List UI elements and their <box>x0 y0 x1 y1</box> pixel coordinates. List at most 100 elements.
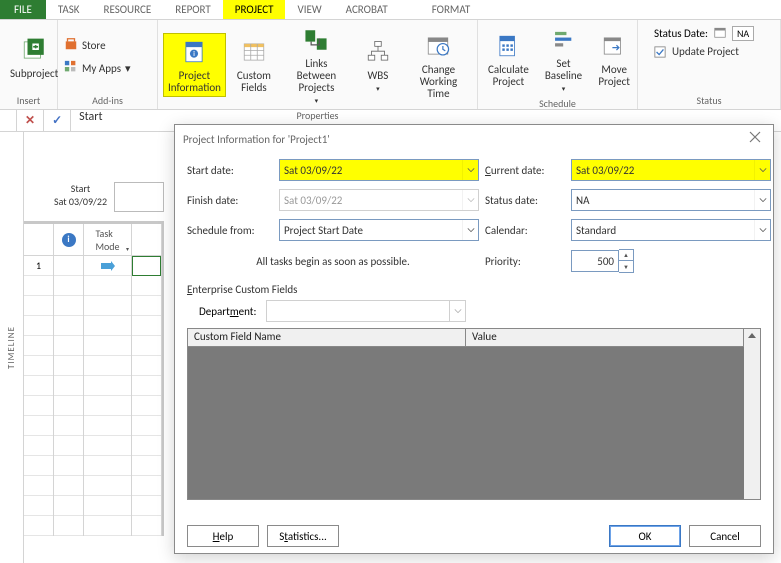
spin-up-icon[interactable]: ▲ <box>619 250 633 261</box>
task-grid: 1 i Task Mode ▾ <box>24 224 164 536</box>
calendar-label: Calendar: <box>485 224 565 237</box>
group-status-label: Status <box>644 92 774 109</box>
task-mode-cell[interactable] <box>84 256 131 276</box>
status-date-value[interactable]: NA <box>732 26 754 41</box>
scrollbar[interactable] <box>744 329 760 499</box>
auto-schedule-icon <box>101 261 115 271</box>
tab-task[interactable]: TASK <box>46 0 92 19</box>
scroll-up-icon[interactable] <box>747 331 757 341</box>
subproject-button[interactable]: Subproject <box>6 32 62 82</box>
baseline-label: Set Baseline <box>545 58 582 82</box>
custom-fields-icon <box>238 36 270 68</box>
chevron-down-icon[interactable] <box>754 220 770 240</box>
apps-icon <box>64 60 78 77</box>
priority-field[interactable]: 500 <box>571 250 619 272</box>
wbs-button[interactable]: WBS ▾ <box>358 34 398 95</box>
calendar-field[interactable]: Standard <box>571 219 771 241</box>
timeline-start-label: Start <box>54 182 107 195</box>
project-info-label: Project Information <box>168 70 221 94</box>
confirm-edit-button[interactable]: ✓ <box>44 110 71 131</box>
move-project-button[interactable]: Move Project <box>594 28 634 90</box>
tab-view[interactable]: VIEW <box>285 0 333 19</box>
wbs-icon <box>362 36 394 68</box>
store-button[interactable]: Store <box>64 37 131 54</box>
tab-format[interactable]: FORMAT <box>420 0 482 19</box>
department-label: Department: <box>187 305 256 318</box>
calculate-button[interactable]: Calculate Project <box>484 28 533 90</box>
custom-fields-button[interactable]: Custom Fields <box>233 34 275 96</box>
links-between-button[interactable]: Links Between Projects ▾ <box>283 22 350 107</box>
chevron-down-icon[interactable] <box>754 190 770 210</box>
ok-button[interactable]: OK <box>609 525 681 547</box>
subproject-label: Subproject <box>10 68 58 80</box>
help-button[interactable]: Help <box>187 525 259 547</box>
chevron-down-icon[interactable] <box>449 301 465 321</box>
statistics-button[interactable]: Statistics... <box>267 525 339 547</box>
timeline-gutter: TIMELINE <box>0 132 24 563</box>
department-field[interactable] <box>266 300 466 322</box>
project-information-button[interactable]: i Project Information <box>164 34 225 96</box>
schedule-from-field[interactable]: Project Start Date <box>279 219 479 241</box>
store-label: Store <box>82 39 106 52</box>
schedule-note: All tasks begin as soon as possible. <box>187 255 479 268</box>
chevron-down-icon: ▾ <box>562 84 566 93</box>
col-task-mode[interactable]: Task Mode ▾ <box>84 224 131 256</box>
priority-spinner[interactable]: ▲▼ <box>619 249 634 273</box>
working-time-button[interactable]: Change Working Time <box>406 28 471 102</box>
row-header-1[interactable]: 1 <box>24 256 53 276</box>
info-icon: i <box>62 233 76 247</box>
timeline-bar[interactable] <box>114 182 164 212</box>
tab-report[interactable]: REPORT <box>163 0 223 19</box>
ribbon-tabs: FILE TASK RESOURCE REPORT PROJECT VIEW A… <box>0 0 781 20</box>
finish-date-label: Finish date: <box>187 194 273 207</box>
baseline-icon <box>548 24 580 56</box>
timeline-start-date: Sat 03/09/22 <box>54 195 107 208</box>
chevron-down-icon: ▾ <box>126 245 129 253</box>
col-indicators[interactable]: i <box>54 224 83 256</box>
chevron-down-icon[interactable] <box>754 160 770 180</box>
timeline-label: TIMELINE <box>6 326 17 369</box>
dropdown-icon: ▾ <box>125 62 131 75</box>
close-button[interactable] <box>749 131 765 147</box>
start-date-label: Start date: <box>187 164 273 177</box>
cancel-edit-button[interactable]: ✕ <box>17 110 44 131</box>
links-icon <box>300 24 332 56</box>
enterprise-fields-label: Enterprise Custom Fields <box>187 283 761 296</box>
priority-label: Priority: <box>485 255 565 268</box>
chevron-down-icon[interactable] <box>462 220 478 240</box>
subproject-icon <box>18 34 50 66</box>
timeline-area[interactable]: Start Sat 03/09/22 <box>24 132 164 224</box>
calculate-icon <box>492 30 524 62</box>
update-label: Update Project <box>672 45 739 58</box>
group-insert-label: Insert <box>6 92 51 109</box>
status-date-field[interactable]: NA <box>571 189 771 211</box>
links-label: Links Between Projects <box>287 58 346 94</box>
tab-project[interactable]: PROJECT <box>223 0 286 19</box>
dialog-title: Project Information for 'Project1' <box>183 133 330 146</box>
chevron-down-icon[interactable] <box>462 160 478 180</box>
update-project-button[interactable]: Update Project <box>654 45 764 58</box>
project-info-icon: i <box>178 36 210 68</box>
calendar-mini-icon <box>714 26 726 41</box>
cancel-button[interactable]: Cancel <box>689 525 761 547</box>
start-date-field[interactable]: Sat 03/09/22 <box>279 159 479 181</box>
move-label: Move Project <box>598 64 630 88</box>
tab-resource[interactable]: RESOURCE <box>91 0 163 19</box>
ribbon: Subproject Insert Store My Apps ▾ Add-in… <box>0 20 781 110</box>
spin-down-icon[interactable]: ▼ <box>619 261 633 272</box>
col-field-value[interactable]: Value <box>466 329 744 346</box>
active-cell[interactable] <box>132 256 161 276</box>
tab-file[interactable]: FILE <box>0 0 46 19</box>
project-information-dialog: Project Information for 'Project1' Start… <box>174 124 774 554</box>
custom-fields-table: Custom Field Name Value <box>187 328 761 500</box>
chevron-down-icon <box>462 190 478 210</box>
wbs-label: WBS <box>368 70 389 82</box>
tab-acrobat[interactable]: ACROBAT <box>334 0 400 19</box>
custom-fields-label: Custom Fields <box>237 70 271 94</box>
store-icon <box>64 37 78 54</box>
myapps-label: My Apps <box>82 62 121 75</box>
set-baseline-button[interactable]: Set Baseline ▾ <box>541 22 586 95</box>
myapps-button[interactable]: My Apps ▾ <box>64 60 131 77</box>
col-field-name[interactable]: Custom Field Name <box>188 329 466 346</box>
current-date-field[interactable]: Sat 03/09/22 <box>571 159 771 181</box>
